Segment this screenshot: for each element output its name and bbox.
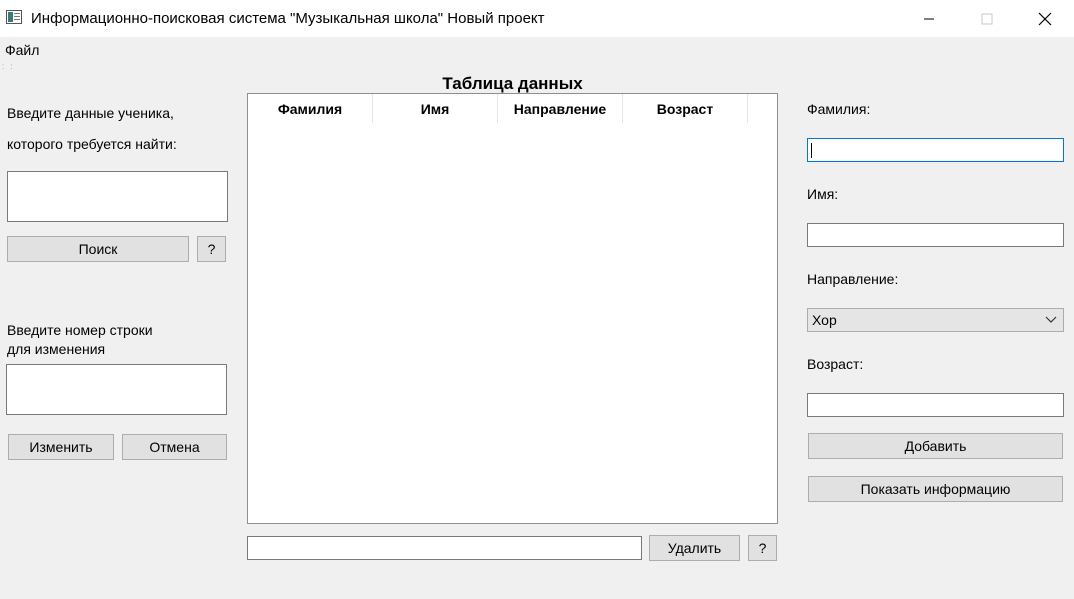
delete-button[interactable]: Удалить [649,535,740,561]
minimize-button[interactable] [900,0,958,37]
direction-select[interactable]: Хор [807,308,1064,332]
search-input[interactable] [7,171,228,222]
chevron-down-icon [1045,316,1057,323]
show-info-button[interactable]: Показать информацию [808,476,1063,502]
menu-bar [0,37,1074,61]
text-caret [811,143,812,158]
age-input[interactable] [807,393,1064,417]
cancel-button[interactable]: Отмена [122,434,227,460]
minimize-icon [924,18,934,19]
edit-button[interactable]: Изменить [8,434,114,460]
edit-prompt-line1: Введите номер строки [7,322,153,338]
menu-file[interactable]: Файл [5,42,39,58]
surname-label: Фамилия: [807,101,871,117]
table-header: Фамилия Имя Направление Возраст [248,94,748,123]
add-button[interactable]: Добавить [808,433,1063,459]
delete-help-button[interactable]: ? [748,535,777,561]
edit-prompt-line2: для изменения [7,341,106,357]
direction-selected-value: Хор [812,312,837,328]
search-prompt-line1: Введите данные ученика, [7,105,174,121]
search-button[interactable]: Поиск [7,236,189,262]
column-header-surname[interactable]: Фамилия [248,94,373,123]
close-button[interactable] [1016,0,1074,37]
search-prompt-line2: которого требуется найти: [7,136,177,152]
delete-row-input[interactable] [247,536,642,560]
window-title: Информационно-поисковая система "Музыкал… [31,10,545,27]
column-header-name[interactable]: Имя [373,94,498,123]
surname-input[interactable] [807,138,1064,162]
column-header-direction[interactable]: Направление [498,94,623,123]
age-label: Возраст: [807,356,864,372]
row-number-input[interactable] [6,364,227,415]
name-input[interactable] [807,223,1064,247]
maximize-button[interactable] [958,0,1016,37]
close-icon [1038,12,1052,25]
toolbar-grip-icon: : : [2,62,15,71]
name-label: Имя: [807,186,839,202]
search-help-button[interactable]: ? [197,236,226,262]
data-table[interactable]: Фамилия Имя Направление Возраст [247,93,778,524]
direction-label: Направление: [807,271,899,287]
column-header-age[interactable]: Возраст [623,94,748,123]
app-window-icon [6,10,22,24]
maximize-icon [981,13,993,24]
table-title: Таблица данных [442,74,583,93]
